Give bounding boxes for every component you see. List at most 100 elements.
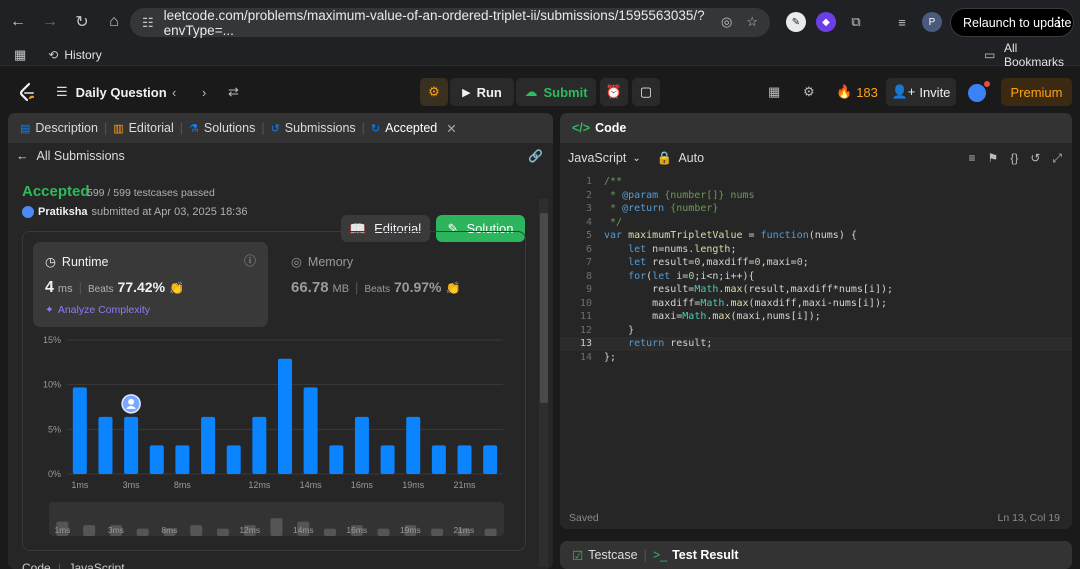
code-line[interactable]: 4 */ bbox=[560, 216, 1072, 230]
auto-mode[interactable]: 🔒 Auto bbox=[657, 151, 704, 166]
settings-gear-icon[interactable]: ⚙ bbox=[803, 80, 815, 104]
puzzle-icon[interactable]: ⧉ bbox=[846, 12, 866, 32]
upload-cloud-icon: ☁ bbox=[524, 84, 538, 99]
code-text: }; bbox=[604, 351, 617, 363]
code-line[interactable]: 12 } bbox=[560, 324, 1072, 338]
code-line[interactable]: 8 for(let i=0;i<n;i++){ bbox=[560, 270, 1072, 284]
chart-bar bbox=[226, 445, 241, 474]
bookmark-icon[interactable]: ⚑ bbox=[988, 151, 999, 166]
navigator-bar bbox=[136, 528, 149, 536]
relaunch-button[interactable]: Relaunch to update ⋮ bbox=[950, 8, 1074, 37]
code-line[interactable]: 5 var maximumTripletValue = function(nums… bbox=[560, 229, 1072, 243]
code-actions: ≡ ⚑ {} ↺ ⤢ bbox=[969, 151, 1062, 166]
user-avatar[interactable] bbox=[966, 81, 990, 104]
reset-icon[interactable]: ↺ bbox=[1030, 151, 1040, 166]
code-line[interactable]: 9 result=Math.max(result,maxdiff*nums[i]… bbox=[560, 283, 1072, 297]
leetcode-logo[interactable] bbox=[18, 80, 36, 104]
shuffle-icon[interactable]: ⇄ bbox=[228, 80, 239, 104]
forward-arrow-icon[interactable]: → bbox=[36, 8, 64, 36]
list-icon: ☰ bbox=[56, 84, 68, 99]
invite-button[interactable]: 👤+ Invite bbox=[886, 78, 956, 106]
history-bookmark[interactable]: History bbox=[64, 48, 101, 62]
x-tick-label: 14ms bbox=[300, 480, 323, 490]
back-arrow-icon[interactable]: ← bbox=[4, 8, 32, 36]
navigator-tick-label: 16ms bbox=[346, 525, 367, 535]
extension-icon[interactable]: ◆ bbox=[816, 12, 836, 32]
memory-value-row: 66.78 MB | Beats 70.97% 👏 bbox=[291, 279, 460, 296]
chart-bar bbox=[201, 416, 216, 474]
chart-bar bbox=[431, 445, 446, 474]
code-line[interactable]: 13 return result; bbox=[560, 337, 1072, 351]
runtime-value: 4 bbox=[45, 279, 54, 296]
eye-slash-icon[interactable]: ◎ bbox=[721, 14, 732, 30]
memory-card[interactable]: ◎ Memory 66.78 MB | Beats 70.97% 👏 bbox=[283, 242, 513, 327]
prev-question-icon[interactable]: ‹ bbox=[172, 80, 176, 104]
expand-icon[interactable]: ⤢ bbox=[1052, 151, 1062, 166]
all-bookmarks[interactable]: All Bookmarks bbox=[1004, 41, 1080, 69]
analyze-label: Analyze Complexity bbox=[57, 304, 151, 316]
flask-icon: ⚗ bbox=[189, 122, 199, 135]
tab-submissions[interactable]: ↺ Submissions bbox=[265, 113, 362, 143]
info-icon[interactable]: ⓘ bbox=[244, 252, 256, 269]
runtime-value-row: 4 ms | Beats 77.42% 👏 bbox=[45, 279, 184, 297]
braces-icon[interactable]: {} bbox=[1010, 151, 1018, 166]
premium-button[interactable]: Premium bbox=[1001, 78, 1072, 106]
bookmark-star-icon[interactable]: ☆ bbox=[746, 14, 758, 30]
code-line[interactable]: 6 let n=nums.length; bbox=[560, 243, 1072, 257]
tab-label: Submissions bbox=[284, 121, 356, 135]
tab-label: Test Result bbox=[672, 548, 739, 562]
home-icon[interactable]: ⌂ bbox=[100, 8, 128, 36]
runtime-card[interactable]: ◷ Runtime ⓘ 4 ms | Beats 77.42% 👏 ✦ Anal… bbox=[33, 242, 268, 327]
run-label: Run bbox=[476, 84, 502, 100]
language-select[interactable]: JavaScript ⌄ bbox=[568, 151, 641, 165]
code-line[interactable]: 10 maxdiff=Math.max(maxdiff,maxi-nums[i]… bbox=[560, 297, 1072, 311]
streak-counter[interactable]: 🔥 183 bbox=[836, 80, 878, 104]
analyze-complexity-link[interactable]: ✦ Analyze Complexity bbox=[45, 304, 150, 316]
leetcode-logo-icon bbox=[19, 82, 34, 102]
code-line[interactable]: 7 let result=0,maxdiff=0,maxi=0; bbox=[560, 256, 1072, 270]
address-bar[interactable]: ☷ leetcode.com/problems/maximum-value-of… bbox=[130, 8, 770, 38]
code-editor[interactable]: 1/** 2 * @param {number[]} nums 3 * @retur… bbox=[560, 175, 1072, 505]
code-line[interactable]: 11 maxi=Math.max(maxi,nums[i]); bbox=[560, 310, 1072, 324]
tab-code[interactable]: </> Code bbox=[566, 113, 632, 143]
code-text: return result; bbox=[628, 338, 713, 349]
note-icon[interactable]: ▢ bbox=[632, 78, 660, 106]
code-line[interactable]: 3 * @return {number} bbox=[560, 202, 1072, 216]
reload-icon[interactable]: ↻ bbox=[68, 8, 96, 36]
profile-avatar[interactable]: P bbox=[922, 12, 942, 32]
code-text: /** bbox=[604, 176, 623, 187]
site-settings-icon[interactable]: ☷ bbox=[142, 15, 154, 31]
tab-accepted[interactable]: ↻ Accepted ✕ bbox=[365, 113, 463, 143]
code-text: maxi=Math.max(maxi,nums[i]); bbox=[604, 311, 821, 322]
chart-bar bbox=[303, 387, 318, 474]
tab-test-result[interactable]: >_ Test Result bbox=[647, 541, 745, 569]
code-line[interactable]: 2 * @param {number[]} nums bbox=[560, 189, 1072, 203]
extension-icon[interactable]: ✎ bbox=[786, 12, 806, 32]
username[interactable]: Pratiksha bbox=[38, 206, 88, 218]
apps-grid-icon[interactable]: ▦ bbox=[14, 47, 26, 63]
all-submissions-link[interactable]: ← All Submissions bbox=[16, 149, 125, 163]
layout-grid-icon[interactable]: ▦ bbox=[768, 80, 780, 104]
link-icon[interactable]: 🔗 bbox=[528, 149, 543, 163]
next-question-icon[interactable]: › bbox=[202, 80, 206, 104]
format-icon[interactable]: ≡ bbox=[969, 151, 976, 166]
close-icon[interactable]: ✕ bbox=[446, 121, 456, 136]
line-number: 2 bbox=[585, 189, 592, 201]
submit-button[interactable]: ☁ Submit bbox=[516, 78, 596, 106]
tab-description[interactable]: ▤ Description bbox=[14, 113, 104, 143]
run-button[interactable]: ▶ Run bbox=[450, 78, 514, 106]
code-text: let n=nums.length; bbox=[628, 243, 737, 255]
app-header: ☰ Daily Question ‹ › ⇄ ⚙ ▶ Run ☁ Submit … bbox=[0, 72, 1080, 112]
code-line[interactable]: 14}; bbox=[560, 351, 1072, 365]
alarm-clock-icon[interactable]: ⏰ bbox=[600, 78, 628, 106]
tab-solutions[interactable]: ⚗ Solutions bbox=[183, 113, 261, 143]
media-queue-icon[interactable]: ≡ bbox=[892, 12, 912, 32]
tab-testcase[interactable]: ☑ Testcase bbox=[566, 541, 644, 569]
tab-editorial[interactable]: ▥ Editorial bbox=[107, 113, 180, 143]
code-toolbar: JavaScript ⌄ 🔒 Auto ≡ ⚑ {} ↺ ⤢ bbox=[560, 143, 1072, 173]
scrollbar-thumb[interactable] bbox=[540, 213, 548, 403]
debug-icon[interactable]: ⚙ bbox=[420, 78, 448, 106]
tab-label: Solutions bbox=[203, 121, 256, 135]
code-line[interactable]: 1 /** bbox=[560, 175, 1072, 189]
problem-list-button[interactable]: ☰ Daily Question bbox=[56, 80, 167, 104]
